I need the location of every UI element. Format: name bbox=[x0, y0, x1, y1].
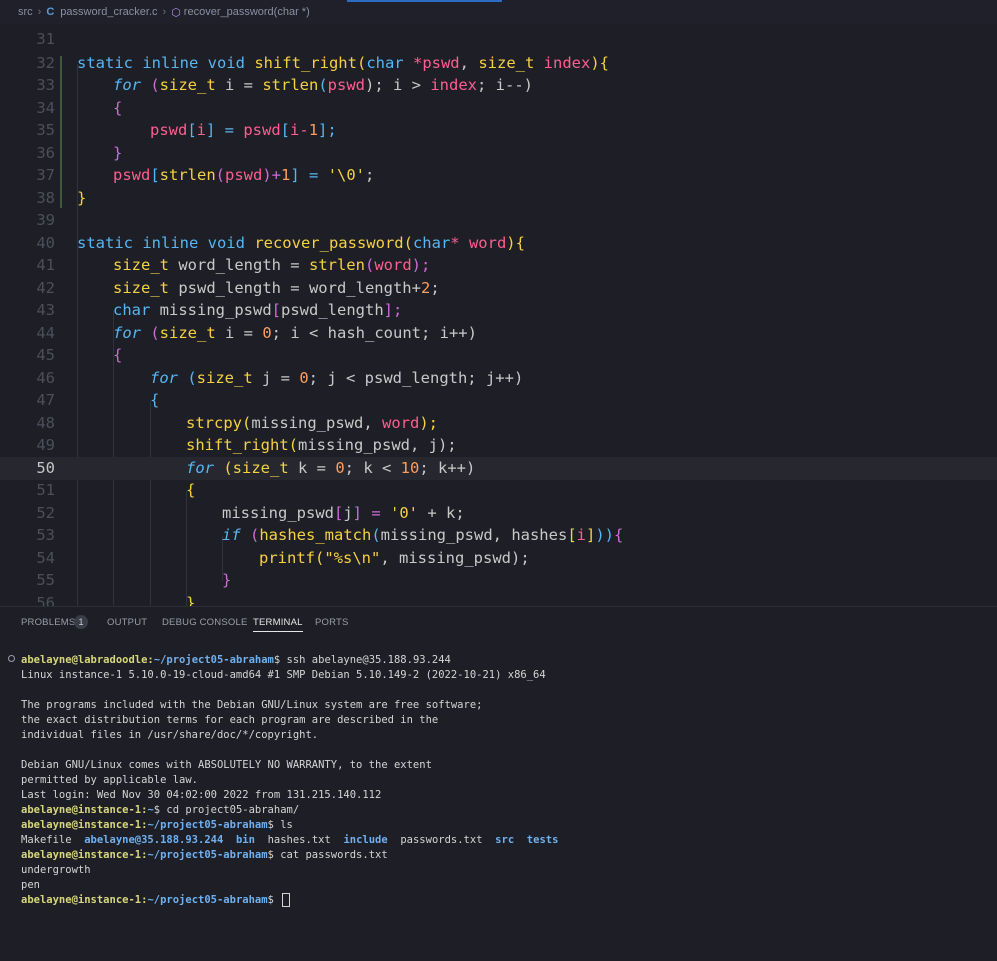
code-line: 56} bbox=[0, 592, 997, 606]
terminal-line: pen bbox=[21, 879, 40, 891]
code-line: 51{ bbox=[0, 479, 997, 502]
terminal-line: Linux instance-1 5.10.0-19-cloud-amd64 #… bbox=[21, 669, 546, 681]
terminal-line: undergrowth bbox=[21, 864, 91, 876]
code-line: 35 pswd[i] = pswd[i-1]; bbox=[0, 119, 997, 142]
line-number: 48 bbox=[36, 414, 55, 432]
terminal-prompt-line: abelayne@instance-1:~/project05-abraham$ bbox=[21, 893, 291, 908]
active-tab-indicator bbox=[347, 0, 502, 2]
line-number: 55 bbox=[36, 571, 55, 589]
terminal-line: individual files in /usr/share/doc/*/cop… bbox=[21, 729, 319, 741]
line-number: 31 bbox=[36, 30, 55, 48]
status-bar bbox=[0, 952, 997, 960]
c-file-icon: C bbox=[46, 6, 55, 18]
line-number: 54 bbox=[36, 549, 55, 567]
line-number: 35 bbox=[36, 121, 55, 139]
code-line: 39 bbox=[0, 209, 997, 232]
line-number: 44 bbox=[36, 324, 55, 342]
breadcrumb-src[interactable]: src bbox=[18, 6, 33, 18]
code-line: 48 strcpy(missing_pswd, word); bbox=[0, 412, 997, 435]
command-status-dot-icon bbox=[8, 655, 15, 662]
code-line: 44 for (size_t i = 0; i < hash_count; i++… bbox=[0, 322, 997, 345]
line-number: 49 bbox=[36, 436, 55, 454]
code-line: 32 static inline void shift_right(char *p… bbox=[0, 52, 997, 75]
line-number: 45 bbox=[36, 346, 55, 364]
line-number: 43 bbox=[36, 301, 55, 319]
code-line: 45{ bbox=[0, 344, 997, 367]
tab-problems[interactable]: PROBLEMS bbox=[21, 617, 75, 628]
code-line: 55} bbox=[0, 569, 997, 592]
line-number: 56 bbox=[36, 594, 55, 606]
code-line: 47{ bbox=[0, 389, 997, 412]
terminal-line: Last login: Wed Nov 30 04:02:00 2022 fro… bbox=[21, 789, 382, 801]
terminal-cursor bbox=[282, 893, 291, 907]
code-line: 38} bbox=[0, 187, 997, 210]
line-number: 51 bbox=[36, 481, 55, 499]
tab-debug-console[interactable]: DEBUG CONSOLE bbox=[162, 617, 247, 628]
code-line: 33 for (size_t i = strlen(pswd); i > inde… bbox=[0, 74, 997, 97]
tab-ports[interactable]: PORTS bbox=[315, 617, 349, 628]
tab-output[interactable]: OUTPUT bbox=[107, 617, 147, 628]
code-line: 54 printf("%s\n", missing_pswd); bbox=[0, 547, 997, 570]
line-number: 42 bbox=[36, 279, 55, 297]
line-number: 41 bbox=[36, 256, 55, 274]
line-number: 33 bbox=[36, 76, 55, 94]
code-line: 40 static inline void recover_password(ch… bbox=[0, 232, 997, 255]
code-line: 42 size_t pswd_length = word_length+2; bbox=[0, 277, 997, 300]
code-line: 46 for (size_t j = 0; j < pswd_length; j+… bbox=[0, 367, 997, 390]
code-line: 53 if (hashes_match(missing_pswd, hashes[… bbox=[0, 524, 997, 547]
terminal-line: The programs included with the Debian GN… bbox=[21, 699, 483, 711]
breadcrumb: src › C password_cracker.c › ⬡ recover_p… bbox=[0, 0, 997, 24]
function-cube-icon: ⬡ bbox=[171, 6, 181, 19]
code-line: 36} bbox=[0, 142, 997, 165]
breadcrumb-symbol[interactable]: recover_password(char *) bbox=[184, 6, 310, 18]
tab-terminal[interactable]: TERMINAL bbox=[253, 617, 303, 632]
line-number: 39 bbox=[36, 211, 55, 229]
chevron-right-icon: › bbox=[162, 6, 167, 18]
line-number: 40 bbox=[36, 234, 55, 252]
terminal-line: abelayne@labradoodle:~/project05-abraham… bbox=[21, 654, 451, 666]
line-number: 34 bbox=[36, 99, 55, 117]
code-line: 41 size_t word_length = strlen(word); bbox=[0, 254, 997, 277]
line-number: 53 bbox=[36, 526, 55, 544]
terminal-line: the exact distribution terms for each pr… bbox=[21, 714, 439, 726]
terminal-line: abelayne@instance-1:~/project05-abraham$… bbox=[21, 849, 388, 861]
code-line: 49 shift_right(missing_pswd, j); bbox=[0, 434, 997, 457]
terminal-line: permitted by applicable law. bbox=[21, 774, 199, 786]
bottom-panel: PROBLEMS 1 OUTPUT DEBUG CONSOLE TERMINAL… bbox=[0, 606, 997, 961]
code-line: 52 missing_pswd[j] = '0' + k; bbox=[0, 502, 997, 525]
problems-count-badge: 1 bbox=[74, 615, 88, 629]
code-line: 43 char missing_pswd[pswd_length]; bbox=[0, 299, 997, 322]
terminal-line: abelayne@instance-1:~/project05-abraham$… bbox=[21, 819, 293, 831]
terminal-line: abelayne@instance-1:~$ cd project05-abra… bbox=[21, 804, 300, 816]
chevron-right-icon: › bbox=[37, 6, 42, 18]
line-number: 52 bbox=[36, 504, 55, 522]
line-number: 50 bbox=[36, 459, 55, 477]
code-line: 34{ bbox=[0, 97, 997, 120]
line-number: 38 bbox=[36, 189, 55, 207]
panel-tabs: PROBLEMS 1 OUTPUT DEBUG CONSOLE TERMINAL… bbox=[0, 607, 997, 637]
line-number: 37 bbox=[36, 166, 55, 184]
line-number: 32 bbox=[36, 54, 55, 72]
terminal-line: Debian GNU/Linux comes with ABSOLUTELY N… bbox=[21, 759, 432, 771]
code-line-current: 50 for (size_t k = 0; k < 10; k++) bbox=[0, 457, 997, 480]
code-line: 31 bbox=[0, 28, 997, 51]
code-line: 37 pswd[strlen(pswd)+1] = '\0'; bbox=[0, 164, 997, 187]
line-number: 47 bbox=[36, 391, 55, 409]
terminal-line: Makefile abelayne@35.188.93.244 bin hash… bbox=[21, 834, 559, 846]
breadcrumb-file[interactable]: password_cracker.c bbox=[60, 6, 157, 18]
line-number: 36 bbox=[36, 144, 55, 162]
line-number: 46 bbox=[36, 369, 55, 387]
code-editor[interactable]: 31 32 static inline void shift_right(char… bbox=[0, 24, 997, 606]
